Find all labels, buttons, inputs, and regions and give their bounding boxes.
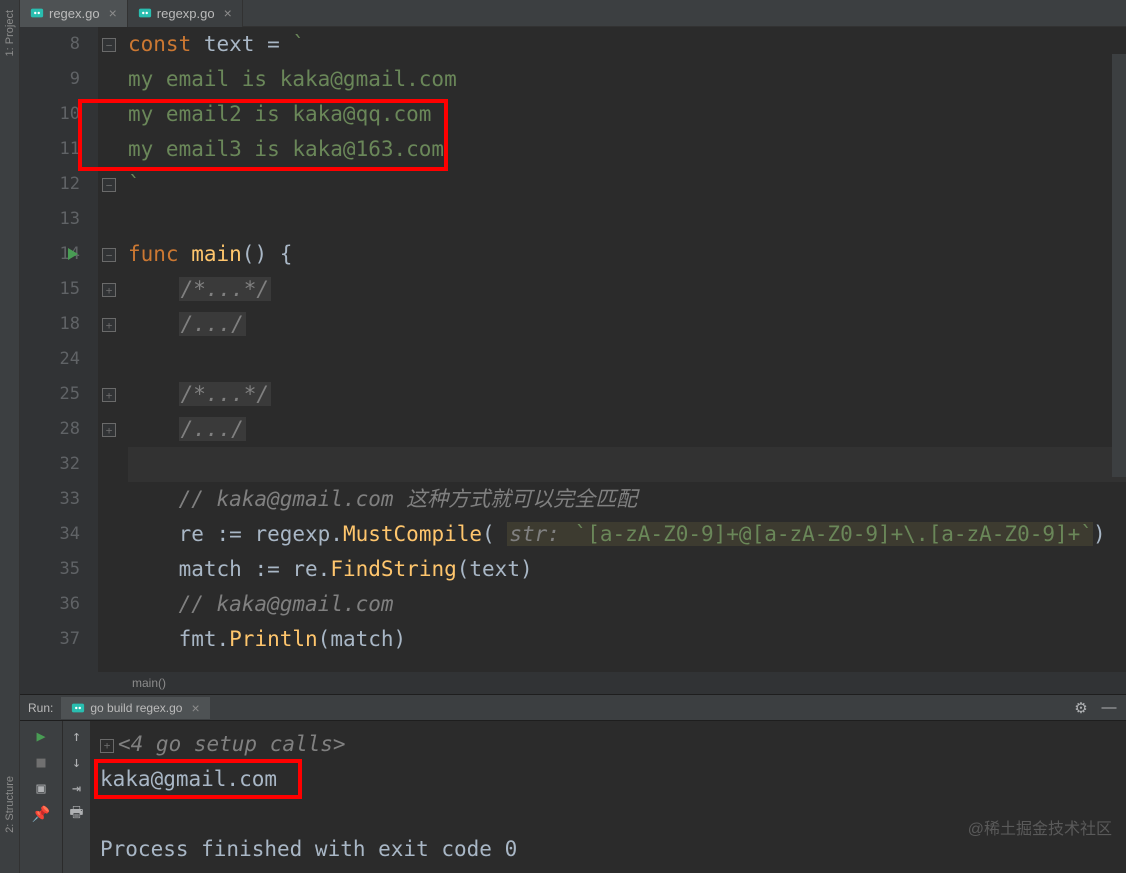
editor-tabs: regex.go × regexp.go × xyxy=(20,0,1126,27)
down-arrow-icon[interactable]: ↓ xyxy=(68,753,86,771)
console-line: Process finished with exit code 0 xyxy=(100,832,1116,867)
code-token: match xyxy=(179,557,255,581)
code-token: const xyxy=(128,32,191,56)
line-number: 10 xyxy=(20,97,98,132)
code-token: func xyxy=(128,242,179,266)
run-panel-header: Run: go build regex.go × ⚙ — xyxy=(20,694,1126,721)
folded-region[interactable]: /.../ xyxy=(179,417,246,441)
line-number: 25 xyxy=(20,377,98,412)
breadcrumb[interactable]: main() xyxy=(20,672,1126,694)
code-token: (text) xyxy=(457,557,533,581)
line-number: 12 xyxy=(20,167,98,202)
up-arrow-icon[interactable]: ↑ xyxy=(68,727,86,745)
console-line: kaka@gmail.com xyxy=(100,762,1116,797)
code-token: // kaka@gmail.com xyxy=(179,592,394,616)
line-number: 18 xyxy=(20,307,98,342)
code-token: ` xyxy=(128,172,141,196)
stop-icon[interactable]: ■ xyxy=(32,753,50,771)
code-token: MustCompile xyxy=(343,522,482,546)
code-token: // kaka@gmail.com 这种方式就可以完全匹配 xyxy=(179,487,638,511)
run-panel: ▶ ■ ▣ 📌 ↑ ↓ ⇥ 🖶 + <4 go setup calls> kaka… xyxy=(20,721,1126,873)
tab-label: regexp.go xyxy=(157,6,215,21)
code-token: (match) xyxy=(318,627,407,651)
console-line: + <4 go setup calls> xyxy=(100,727,1116,762)
line-number: 36 xyxy=(20,587,98,622)
code-token: regexp. xyxy=(254,522,343,546)
tab-regex-go[interactable]: regex.go × xyxy=(20,0,128,27)
code-token: ) xyxy=(1093,522,1106,546)
run-toolbar-secondary: ↑ ↓ ⇥ 🖶 xyxy=(62,721,90,873)
go-file-icon xyxy=(71,701,85,715)
console-output[interactable]: + <4 go setup calls> kaka@gmail.com Proce… xyxy=(90,721,1126,873)
wrap-icon[interactable]: ⇥ xyxy=(68,779,86,797)
run-config-tab[interactable]: go build regex.go × xyxy=(61,697,209,719)
go-file-icon xyxy=(30,6,44,20)
print-icon[interactable]: 🖶 xyxy=(68,805,86,823)
close-icon[interactable]: × xyxy=(191,700,199,716)
layout-icon[interactable]: ▣ xyxy=(32,779,50,797)
run-toolbar-primary: ▶ ■ ▣ 📌 xyxy=(20,721,62,873)
code-token: := xyxy=(254,557,292,581)
tab-regexp-go[interactable]: regexp.go × xyxy=(128,0,243,27)
watermark: @稀土掘金技术社区 xyxy=(968,815,1112,839)
pin-icon[interactable]: 📌 xyxy=(32,805,50,823)
code-token: re. xyxy=(292,557,330,581)
gear-icon[interactable]: ⚙ xyxy=(1072,699,1090,717)
code-token: FindString xyxy=(330,557,456,581)
code-token: ( xyxy=(482,522,507,546)
line-number-gutter: 8 9 10 11 12 13 14 15 18 24 25 28 32 33 … xyxy=(20,27,98,672)
fold-expand-icon[interactable]: + xyxy=(100,739,114,753)
folded-region[interactable]: /*...*/ xyxy=(179,382,272,406)
line-number: 34 xyxy=(20,517,98,552)
run-label: Run: xyxy=(28,701,53,715)
scrollbar[interactable] xyxy=(1112,54,1126,477)
close-icon[interactable]: × xyxy=(224,5,232,21)
tab-label: regex.go xyxy=(49,6,100,21)
run-gutter-icon[interactable] xyxy=(68,248,78,260)
close-icon[interactable]: × xyxy=(109,5,117,21)
line-number: 14 xyxy=(20,237,98,272)
folded-region[interactable]: /*...*/ xyxy=(179,277,272,301)
line-number: 8 xyxy=(20,27,98,62)
code-token: text = xyxy=(191,32,292,56)
line-number: 28 xyxy=(20,412,98,447)
code-token: `[a-zA-Z0-9]+@[a-zA-Z0-9]+\.[a-zA-Z0-9]+… xyxy=(575,522,1093,546)
code-token: main xyxy=(179,242,242,266)
tool-window-bar: 1: Project 2: Structure xyxy=(0,0,20,873)
line-number: 15 xyxy=(20,272,98,307)
code-token: my email3 is kaka@163.com xyxy=(128,137,444,161)
breadcrumb-item[interactable]: main() xyxy=(132,676,166,690)
code-token: my email2 is kaka@qq.com xyxy=(128,102,431,126)
console-text: <4 go setup calls> xyxy=(118,732,346,756)
go-file-icon xyxy=(138,6,152,20)
code-token: () { xyxy=(242,242,293,266)
line-number: 24 xyxy=(20,342,98,377)
rerun-icon[interactable]: ▶ xyxy=(32,727,50,745)
line-number: 32 xyxy=(20,447,98,482)
line-number: 35 xyxy=(20,552,98,587)
project-tool-label[interactable]: 1: Project xyxy=(4,10,16,56)
line-number: 13 xyxy=(20,202,98,237)
line-number: 37 xyxy=(20,622,98,657)
line-number: 11 xyxy=(20,132,98,167)
code-token: ` xyxy=(292,32,305,56)
structure-tool-label[interactable]: 2: Structure xyxy=(4,776,16,833)
code-token: := xyxy=(217,522,255,546)
code-token: Println xyxy=(229,627,318,651)
code-token: str: xyxy=(507,522,574,546)
code-token: my email is kaka@gmail.com xyxy=(128,67,457,91)
code-content[interactable]: const text = ` my email is kaka@gmail.co… xyxy=(98,27,1126,672)
code-token: re xyxy=(179,522,217,546)
line-number: 33 xyxy=(20,482,98,517)
folded-region[interactable]: /.../ xyxy=(179,312,246,336)
editor-area[interactable]: ✔ 8 9 10 11 12 13 14 15 18 24 25 28 32 3… xyxy=(20,27,1126,672)
minimize-icon[interactable]: — xyxy=(1100,699,1118,717)
line-number: 9 xyxy=(20,62,98,97)
run-config-label: go build regex.go xyxy=(90,701,182,715)
code-token: fmt. xyxy=(179,627,230,651)
